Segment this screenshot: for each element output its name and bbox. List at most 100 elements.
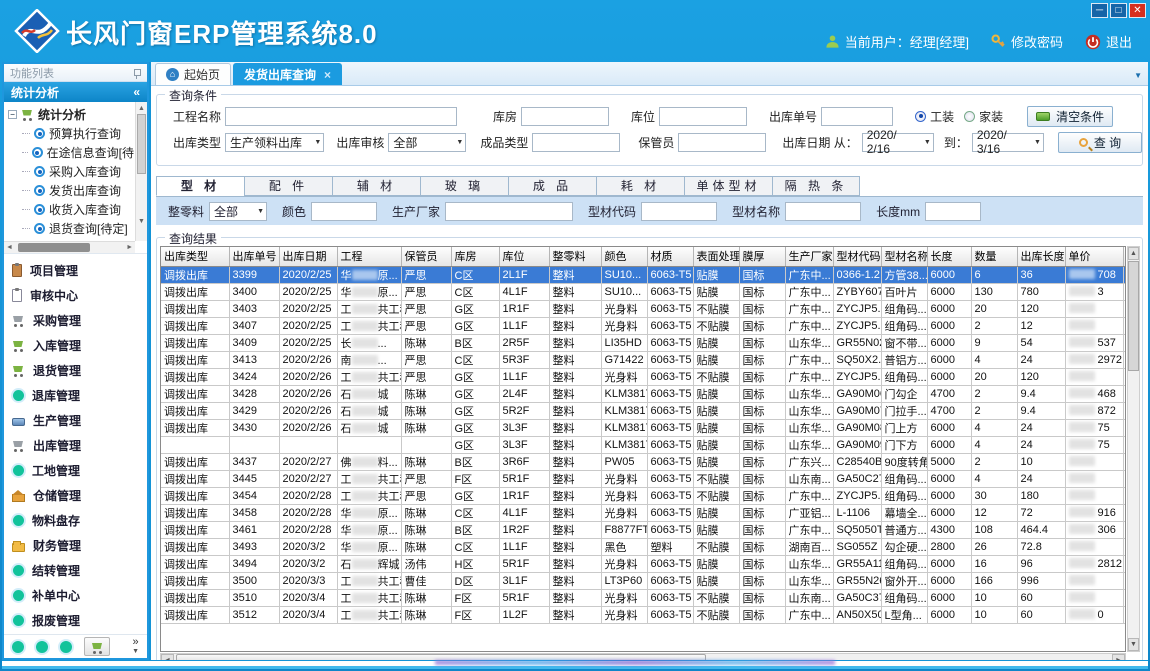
tree-expander-icon[interactable]: − — [8, 110, 17, 119]
scrollbar-thumb[interactable] — [137, 114, 146, 174]
sidebar-item-退库管理[interactable]: 退库管理 — [12, 383, 147, 408]
chevron-down-icon[interactable]: ▼ — [1134, 71, 1142, 80]
material-tab-配件[interactable]: 配 件 — [244, 176, 332, 196]
scroll-up-icon[interactable]: ▲ — [1128, 247, 1139, 260]
table-row[interactable]: 调拨出库34002020/2/25华原...严思C区4L1F整料SU10...6… — [161, 283, 1126, 300]
color-input[interactable] — [311, 202, 377, 221]
table-row[interactable]: 调拨出库34032020/2/25工共工程严思G区1R1F整料光身料6063-T… — [161, 300, 1126, 317]
table-row[interactable]: 调拨出库35122020/3/4工共工程陈琳F区1L2F整料光身料6063-T5… — [161, 606, 1126, 623]
location-input[interactable] — [659, 107, 747, 126]
table-horizontal-scrollbar[interactable]: ◄ ► — [160, 653, 1126, 660]
material-tab-玻璃[interactable]: 玻 璃 — [420, 176, 508, 196]
table-row[interactable]: 调拨出库34092020/2/25长...陈琳B区2R5F整料LI35HD606… — [161, 334, 1126, 351]
sidebar-item-物料盘存[interactable]: 物料盘存 — [12, 508, 147, 533]
scroll-right-icon[interactable]: ► — [126, 242, 133, 254]
column-header-库房[interactable]: 库房 — [451, 247, 499, 266]
table-row[interactable]: 调拨出库34072020/2/25工共工程严思G区1L1F整料光身料6063-T… — [161, 317, 1126, 334]
table-row[interactable]: 调拨出库34292020/2/26石城陈琳G区5R2F整料KLM38176063… — [161, 402, 1126, 419]
material-tab-辅材[interactable]: 辅 材 — [332, 176, 420, 196]
material-tab-耗材[interactable]: 耗 材 — [596, 176, 684, 196]
table-row[interactable]: 调拨出库33992020/2/25华原...严思C区2L1F整料SU10...6… — [161, 266, 1126, 283]
table-row[interactable]: 调拨出库34242020/2/26工共工程严思G区1L1F整料光身料6063-T… — [161, 368, 1126, 385]
minimize-button[interactable]: ─ — [1091, 3, 1108, 18]
tab-close-icon[interactable]: × — [324, 68, 331, 82]
outbound-type-select[interactable]: 生产领料出库▼ — [225, 133, 324, 152]
whole-part-select[interactable]: 全部▼ — [209, 202, 267, 221]
keeper-input[interactable] — [678, 133, 766, 152]
tree-item[interactable]: 收货入库查询 — [6, 200, 134, 219]
table-row[interactable]: 调拨出库34942020/3/2石辉城汤伟H区5R1F整料光身料6063-T5贴… — [161, 555, 1126, 572]
profile-code-input[interactable] — [641, 202, 717, 221]
column-header-型材代码[interactable]: 型材代码 — [833, 247, 881, 266]
sidebar-item-项目管理[interactable]: 项目管理 — [12, 258, 147, 283]
table-row[interactable]: 调拨出库35102020/3/4工共工程陈琳F区5R1F整料光身料6063-T5… — [161, 589, 1126, 606]
sidebar-item-报废管理[interactable]: 报废管理 — [12, 608, 147, 633]
scroll-right-icon[interactable]: ► — [1112, 654, 1125, 660]
scrollbar-thumb[interactable] — [1128, 261, 1139, 371]
maximize-button[interactable]: □ — [1110, 3, 1127, 18]
project-name-input[interactable] — [225, 107, 457, 126]
table-row[interactable]: 调拨出库34542020/2/28工共工程严思G区1R1F整料光身料6063-T… — [161, 487, 1126, 504]
green-dot-icon[interactable] — [60, 641, 72, 653]
tree-item[interactable]: 在途信息查询[待 — [6, 143, 134, 162]
tab-发货出库查询[interactable]: 发货出库查询× — [233, 63, 342, 85]
column-header-长度[interactable]: 长度 — [927, 247, 971, 266]
column-header-工程[interactable]: 工程 — [337, 247, 401, 266]
table-row[interactable]: 调拨出库34582020/2/28华原...陈琳C区4L1F整料光身料6063-… — [161, 504, 1126, 521]
column-header-出库日期[interactable]: 出库日期 — [279, 247, 337, 266]
column-header-生产厂家[interactable]: 生产厂家 — [785, 247, 833, 266]
sidebar-item-出库管理[interactable]: 出库管理 — [12, 433, 147, 458]
warehouse-input[interactable] — [521, 107, 609, 126]
table-row[interactable]: 调拨出库34452020/2/27工共工程严思F区5R1F整料光身料6063-T… — [161, 470, 1126, 487]
scroll-down-icon[interactable]: ▼ — [1128, 638, 1139, 651]
date-to-picker[interactable]: 2020/ 3/16▼ — [972, 133, 1044, 152]
date-from-picker[interactable]: 2020/ 2/16▼ — [862, 133, 934, 152]
material-tab-型材[interactable]: 型 材 — [156, 176, 244, 196]
column-header-库位[interactable]: 库位 — [499, 247, 549, 266]
table-row[interactable]: 调拨出库35002020/3/3工共工程曹佳D区3L1F整料LT3P606063… — [161, 572, 1126, 589]
scroll-left-icon[interactable]: ◄ — [161, 654, 174, 660]
column-header-数量[interactable]: 数量 — [971, 247, 1017, 266]
sidebar-item-结转管理[interactable]: 结转管理 — [12, 558, 147, 583]
sidebar-item-采购管理[interactable]: 采购管理 — [12, 308, 147, 333]
radio-jiazhuang[interactable]: 家装 — [964, 108, 1003, 125]
outbound-audit-select[interactable]: 全部▼ — [388, 133, 466, 152]
table-row[interactable]: G区3L3F整料KLM38176063-T5贴膜国标山东华...GA90M09.… — [161, 436, 1126, 453]
column-header-整零料[interactable]: 整零料 — [549, 247, 601, 266]
column-header-表面处理[interactable]: 表面处理 — [693, 247, 739, 266]
table-row[interactable]: 调拨出库34372020/2/27佛料...陈琳B区3R6F整料PW056063… — [161, 453, 1126, 470]
factory-input[interactable] — [445, 202, 573, 221]
table-vertical-scrollbar[interactable]: ▲ ▼ — [1127, 246, 1140, 652]
radio-gongzhuang[interactable]: 工装 — [915, 108, 954, 125]
search-button[interactable]: 查 询 — [1058, 132, 1142, 153]
green-dot-icon[interactable] — [36, 641, 48, 653]
material-tab-隔热条[interactable]: 隔 热 条 — [772, 176, 860, 196]
tree-item[interactable]: 采购入库查询 — [6, 162, 134, 181]
tab-起始页[interactable]: ⌂起始页 — [155, 63, 231, 85]
collapse-icon[interactable]: « — [133, 85, 140, 99]
order-no-input[interactable] — [821, 107, 893, 126]
sidebar-item-生产管理[interactable]: 生产管理 — [12, 408, 147, 433]
tree-item[interactable]: 发货出库查询 — [6, 181, 134, 200]
change-password-button[interactable]: 修改密码 — [991, 32, 1063, 51]
column-header-材质[interactable]: 材质 — [647, 247, 693, 266]
sidebar-item-财务管理[interactable]: 财务管理 — [12, 533, 147, 558]
column-header-出库长度[interactable]: 出库长度 — [1017, 247, 1065, 266]
product-type-input[interactable] — [532, 133, 620, 152]
table-row[interactable]: 调拨出库34132020/2/26南...严思C区5R3F整料G71422606… — [161, 351, 1126, 368]
column-header-单价[interactable]: 单价 — [1065, 247, 1123, 266]
table-row[interactable]: 调拨出库34932020/3/2华原...陈琳C区1L1F整料黑色塑料不贴膜国标… — [161, 538, 1126, 555]
tree-root-stats[interactable]: − 统计分析 — [6, 104, 134, 124]
sidebar-item-入库管理[interactable]: 入库管理 — [12, 333, 147, 358]
green-dot-icon[interactable] — [12, 641, 24, 653]
column-header-膜厚[interactable]: 膜厚 — [739, 247, 785, 266]
tree-item[interactable]: 预算执行查询 — [6, 124, 134, 143]
table-row[interactable]: 调拨出库34612020/2/28华原...陈琳B区1R2F整料F8877FT6… — [161, 521, 1126, 538]
column-header-出库类型[interactable]: 出库类型 — [161, 247, 229, 266]
logout-button[interactable]: 退出 — [1085, 32, 1132, 51]
table-row[interactable]: 调拨出库34282020/2/26石城陈琳G区2L4F整料KLM38176063… — [161, 385, 1126, 402]
pin-icon[interactable] — [131, 68, 141, 78]
tree-item[interactable]: 退货查询[待定] — [6, 219, 134, 238]
sidebar-item-审核中心[interactable]: 审核中心 — [12, 283, 147, 308]
cart-shortcut-button[interactable] — [84, 637, 110, 656]
